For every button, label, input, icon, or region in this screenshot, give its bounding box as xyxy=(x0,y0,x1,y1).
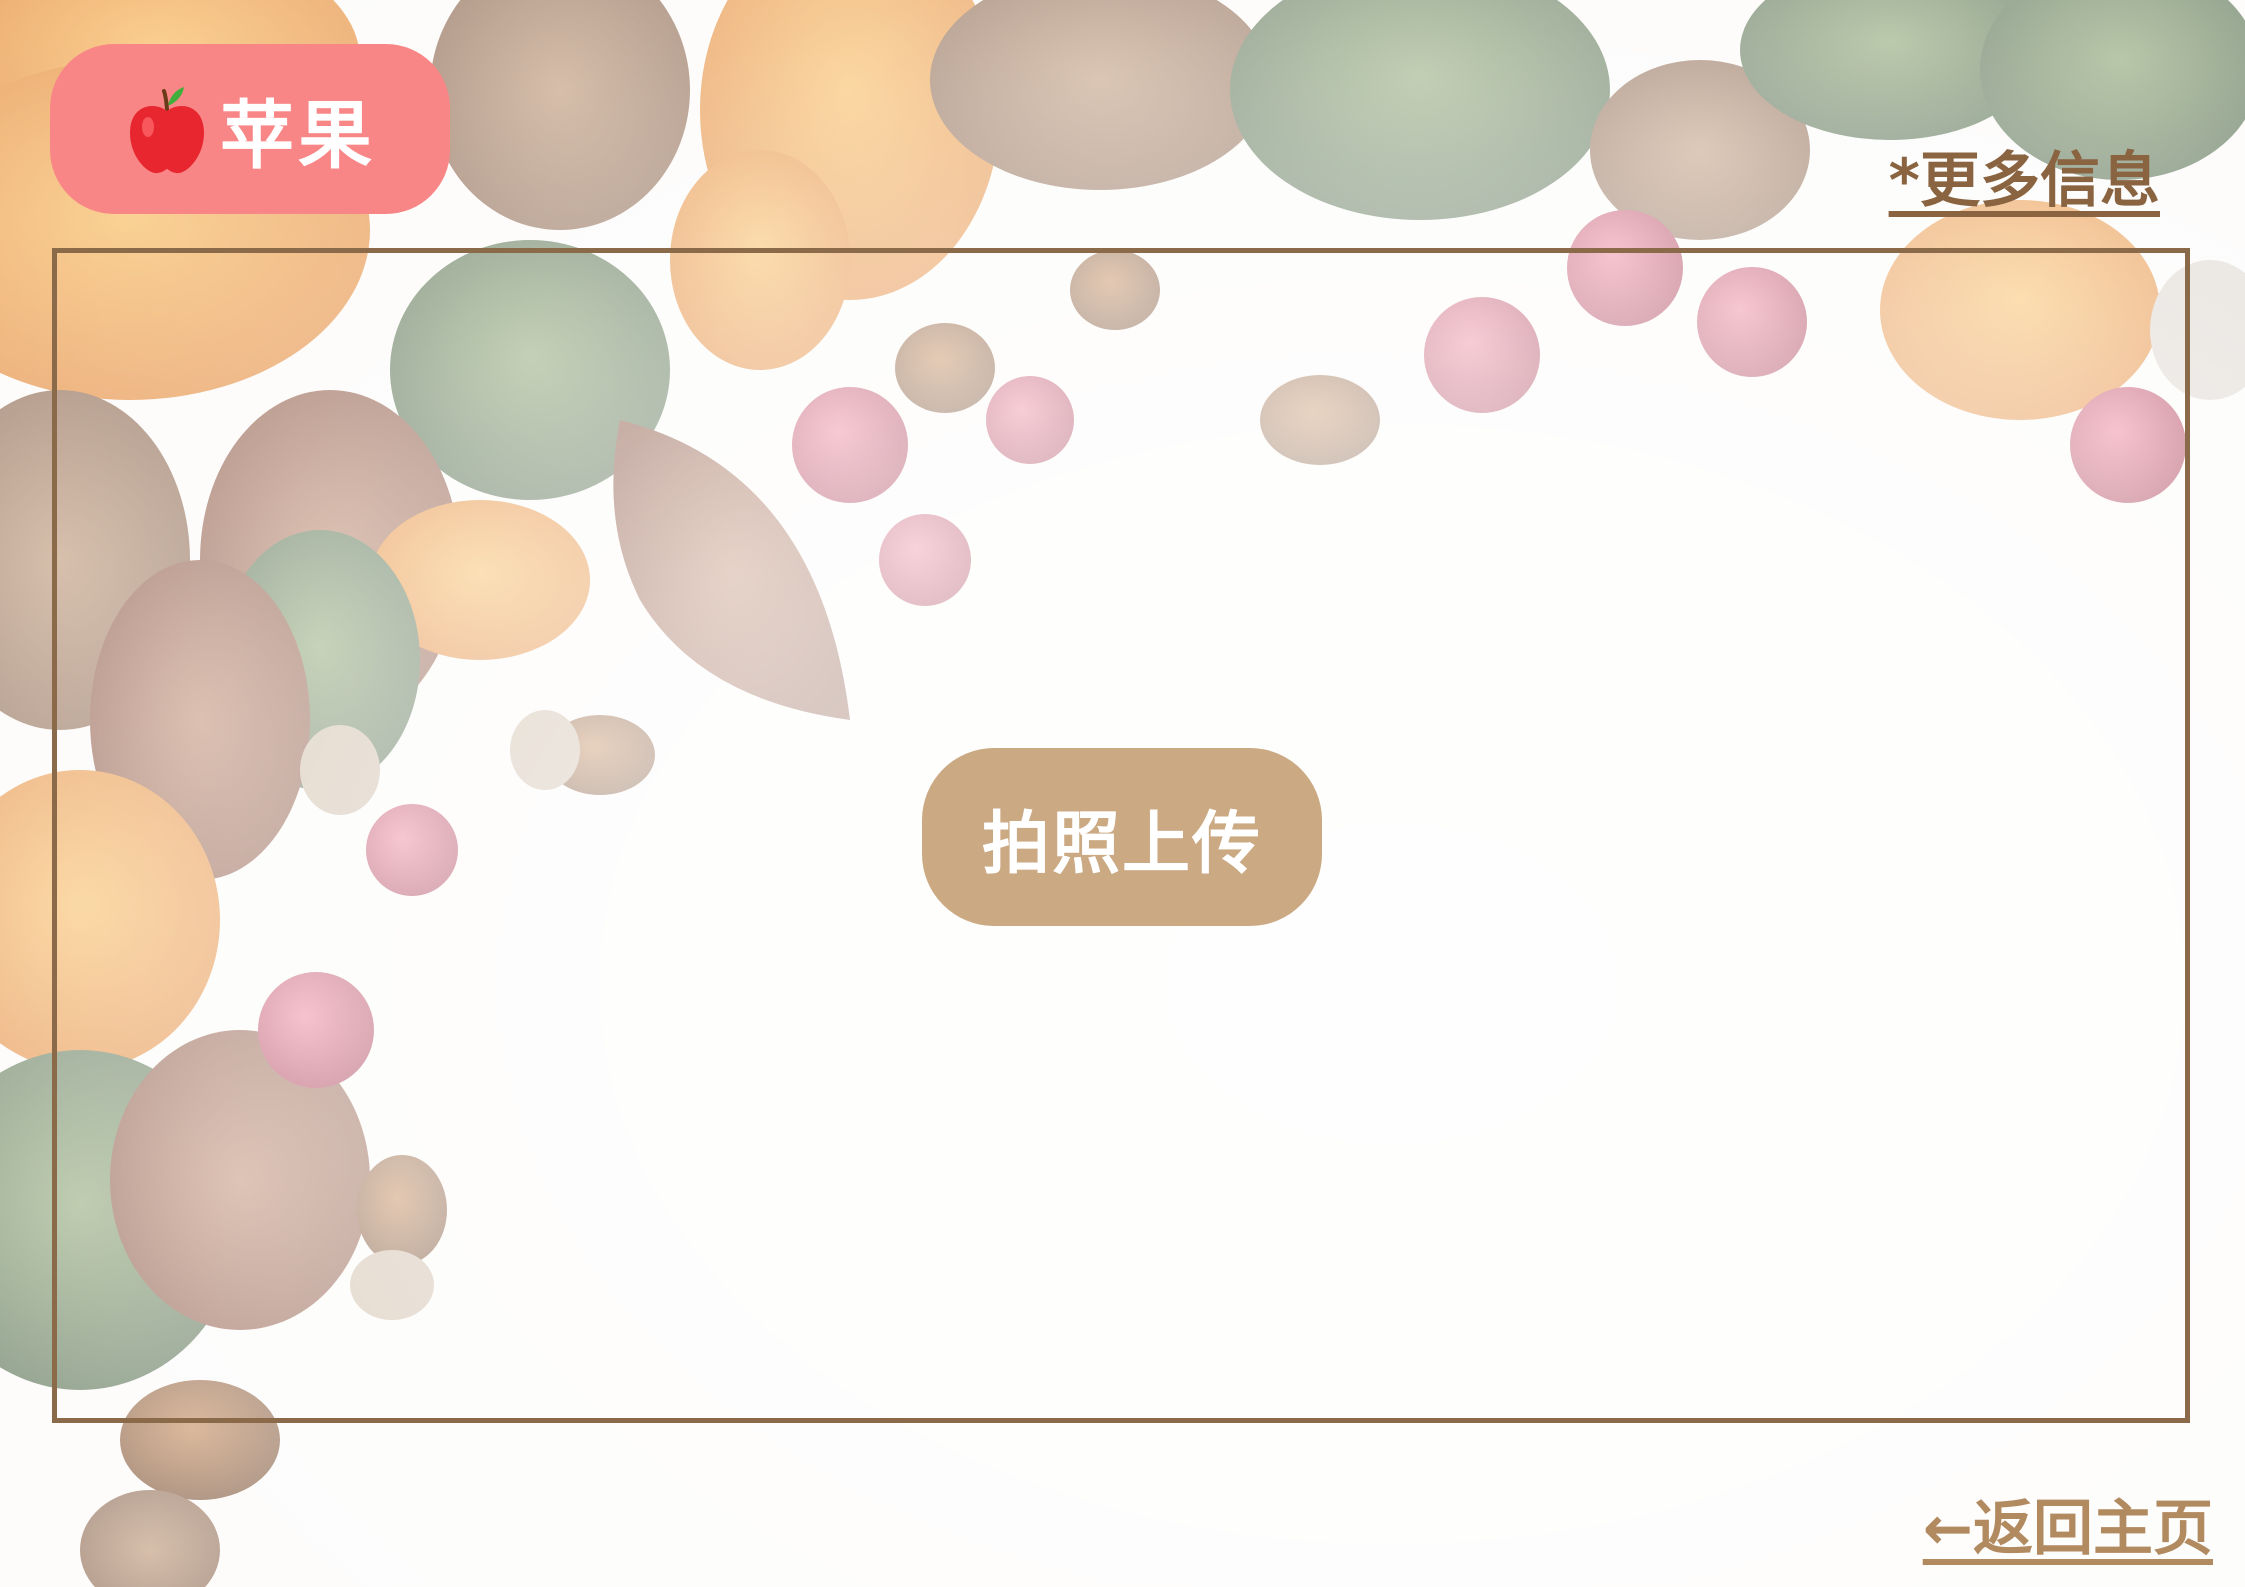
category-badge: 苹果 xyxy=(50,44,450,214)
back-home-link[interactable]: ←返回主页 xyxy=(1923,1480,2213,1567)
photo-upload-button[interactable]: 拍照上传 xyxy=(922,748,1322,926)
page: 苹果 *更多信息 拍照上传 ←返回主页 xyxy=(0,0,2245,1587)
apple-icon xyxy=(130,87,204,174)
more-info-link[interactable]: *更多信息 xyxy=(1889,132,2160,219)
category-label: 苹果 xyxy=(220,92,376,179)
